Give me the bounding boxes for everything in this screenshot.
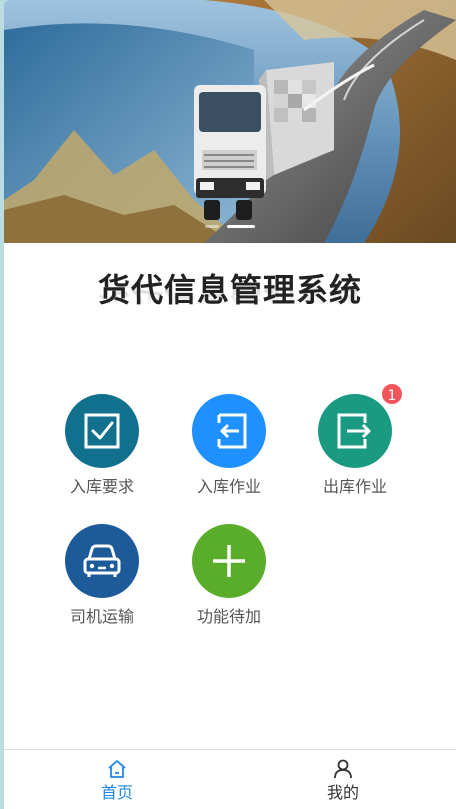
menu-item-add-feature[interactable]: 功能待加 [174, 524, 284, 634]
menu-item-label: 功能待加 [196, 607, 261, 626]
car-icon [83, 544, 121, 577]
menu-item-label: 司机运输 [69, 607, 134, 626]
banner-carousel[interactable] [4, 0, 456, 243]
menu-item-outbound-operation[interactable]: 1 出库作业 [300, 382, 410, 504]
app-screen: 货代信息管理系统 货代信息管理系统 入库要求 入库作业 1 出库作业 司机运输 … [4, 0, 456, 809]
plus-icon [213, 545, 245, 577]
menu-icon-circle [65, 394, 139, 468]
menu-item-label: 出库作业 [322, 477, 387, 496]
bottom-tab-bar: 首页 我的 [4, 749, 456, 809]
menu-item-label: 入库要求 [69, 477, 134, 496]
import-arrow-icon [217, 413, 247, 449]
tab-home[interactable]: 首页 [4, 750, 230, 809]
user-icon [334, 759, 352, 779]
carousel-indicators [4, 225, 456, 228]
menu-icon-circle: 1 [318, 382, 404, 468]
home-icon [108, 760, 126, 778]
menu-icon-circle [65, 524, 139, 598]
tab-mine[interactable]: 我的 [230, 750, 456, 809]
menu-icon-circle [192, 394, 266, 468]
tab-mine-label: 我的 [326, 783, 359, 802]
page-title-reflection: 货代信息管理系统 [97, 288, 362, 307]
menu-item-label: 入库作业 [196, 477, 261, 496]
notification-badge: 1 [380, 382, 404, 406]
tab-home-label: 首页 [100, 783, 133, 802]
carousel-dot[interactable] [205, 225, 219, 228]
checkbox-icon [84, 413, 120, 449]
menu-item-inbound-requirements[interactable]: 入库要求 [47, 394, 157, 504]
banner-image [4, 0, 456, 243]
menu-item-driver-transport[interactable]: 司机运输 [47, 524, 157, 634]
menu-icon-circle [192, 524, 266, 598]
menu-item-inbound-operation[interactable]: 入库作业 [174, 394, 284, 504]
title-block: 货代信息管理系统 货代信息管理系统 [4, 268, 456, 338]
carousel-dot-active[interactable] [227, 225, 255, 228]
export-arrow-icon [337, 413, 371, 449]
